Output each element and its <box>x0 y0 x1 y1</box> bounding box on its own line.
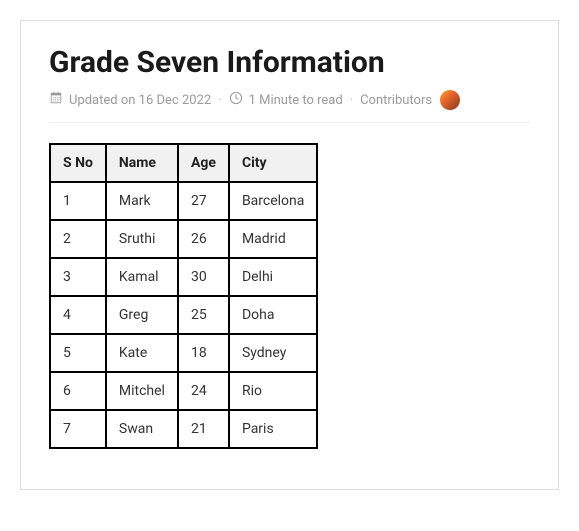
table-row: 6Mitchel24Rio <box>50 372 317 410</box>
separator-dot: · <box>218 93 221 108</box>
avatar[interactable] <box>440 90 460 110</box>
table-cell: 24 <box>178 372 229 410</box>
table-cell: 4 <box>50 296 106 334</box>
table-body: 1Mark27Barcelona2Sruthi26Madrid3Kamal30D… <box>50 182 317 448</box>
clock-icon <box>229 91 243 109</box>
table-row: 1Mark27Barcelona <box>50 182 317 220</box>
separator-dot: · <box>350 93 353 108</box>
table-row: 2Sruthi26Madrid <box>50 220 317 258</box>
updated-text: Updated on 16 Dec 2022 <box>69 93 211 108</box>
table-header-cell: S No <box>50 144 106 182</box>
data-table-wrap: S No Name Age City 1Mark27Barcelona2Srut… <box>49 143 318 449</box>
read-time-text: 1 Minute to read <box>249 93 343 108</box>
table-cell: 3 <box>50 258 106 296</box>
table-cell: Mark <box>106 182 178 220</box>
table-cell: 6 <box>50 372 106 410</box>
table-header-cell: Name <box>106 144 178 182</box>
table-cell: Greg <box>106 296 178 334</box>
table-cell: 7 <box>50 410 106 448</box>
table-row: 7Swan21Paris <box>50 410 317 448</box>
data-table: S No Name Age City 1Mark27Barcelona2Srut… <box>49 143 318 449</box>
table-row: 5Kate18Sydney <box>50 334 317 372</box>
table-row: 4Greg25Doha <box>50 296 317 334</box>
table-cell: Paris <box>229 410 317 448</box>
document-card: Grade Seven Information Updated on 16 De… <box>20 20 559 490</box>
table-cell: Rio <box>229 372 317 410</box>
table-cell: 18 <box>178 334 229 372</box>
table-cell: 26 <box>178 220 229 258</box>
table-cell: 25 <box>178 296 229 334</box>
calendar-icon <box>49 91 63 109</box>
table-cell: Kate <box>106 334 178 372</box>
table-cell: Sruthi <box>106 220 178 258</box>
table-cell: Delhi <box>229 258 317 296</box>
table-cell: 2 <box>50 220 106 258</box>
table-cell: Kamal <box>106 258 178 296</box>
table-cell: 21 <box>178 410 229 448</box>
table-cell: 27 <box>178 182 229 220</box>
table-cell: Barcelona <box>229 182 317 220</box>
contributors-label: Contributors <box>360 93 432 108</box>
table-cell: Swan <box>106 410 178 448</box>
table-cell: 30 <box>178 258 229 296</box>
table-cell: 5 <box>50 334 106 372</box>
table-cell: Mitchel <box>106 372 178 410</box>
page-title: Grade Seven Information <box>49 45 530 80</box>
table-header-row: S No Name Age City <box>50 144 317 182</box>
table-row: 3Kamal30Delhi <box>50 258 317 296</box>
table-cell: Madrid <box>229 220 317 258</box>
table-cell: 1 <box>50 182 106 220</box>
table-cell: Sydney <box>229 334 317 372</box>
meta-row: Updated on 16 Dec 2022 · 1 Minute to rea… <box>49 90 530 123</box>
table-header-cell: Age <box>178 144 229 182</box>
table-header-cell: City <box>229 144 317 182</box>
table-cell: Doha <box>229 296 317 334</box>
